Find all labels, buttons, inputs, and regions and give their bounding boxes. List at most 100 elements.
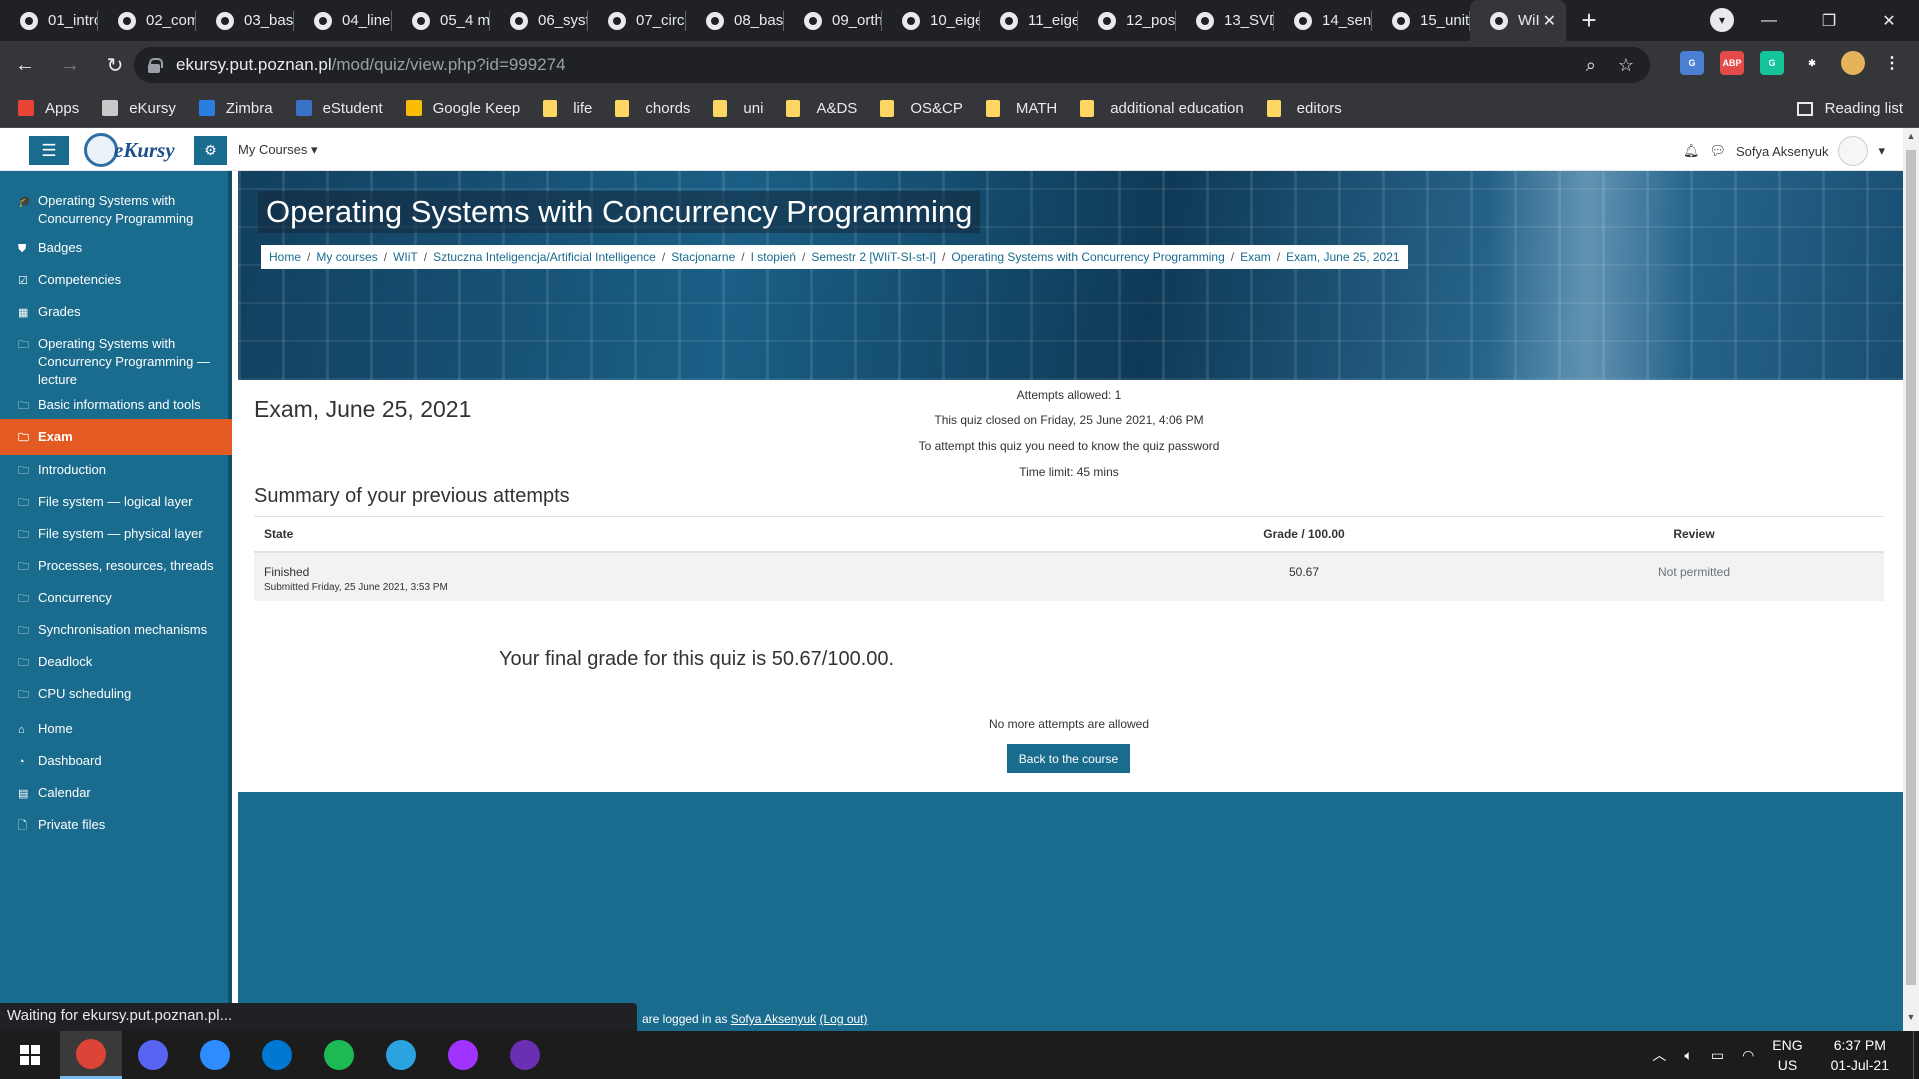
mail-taskbar-icon[interactable] — [246, 1031, 308, 1079]
bookmark-item[interactable]: chords — [615, 99, 690, 117]
sidebar-item[interactable]: ☑ Competencies — [0, 271, 232, 289]
messenger-taskbar-icon[interactable] — [432, 1031, 494, 1079]
breadcrumb-item[interactable]: WIiT — [393, 250, 418, 264]
sidebar-item[interactable]: ▤ Calendar — [0, 784, 232, 802]
browser-tab[interactable]: 10_eige — [882, 0, 980, 41]
puzzle-icon[interactable]: ✱ — [1800, 51, 1824, 75]
sidebar-item[interactable]: ⛊ Badges — [0, 239, 232, 257]
volume-icon[interactable]: 🔈︎ — [1684, 1047, 1692, 1064]
browser-tab[interactable]: 02_com — [98, 0, 196, 41]
messages-icon[interactable]: 💬︎ — [1709, 143, 1726, 159]
logout-link[interactable]: (Log out) — [819, 1012, 867, 1026]
breadcrumb-item[interactable]: Semestr 2 [WIiT-SI-st-I] — [811, 250, 936, 264]
browser-tab[interactable]: 07_circ — [588, 0, 686, 41]
site-logo[interactable]: eKursy — [84, 133, 175, 167]
telegram-taskbar-icon[interactable] — [370, 1031, 432, 1079]
scroll-up-icon[interactable]: ▲ — [1903, 131, 1919, 147]
browser-tab[interactable]: 08_basi — [686, 0, 784, 41]
bookmark-item[interactable]: life — [543, 99, 592, 117]
scrollbar-thumb[interactable] — [1906, 150, 1916, 985]
sidebar-item[interactable]: 🗀 Synchronisation mechanisms — [0, 621, 232, 639]
breadcrumb-item[interactable]: Exam, June 25, 2021 — [1286, 250, 1399, 264]
bookmark-item[interactable]: eKursy — [102, 100, 176, 117]
browser-tab[interactable]: 04_linea — [294, 0, 392, 41]
sidebar-item[interactable]: 🗀 Introduction — [0, 461, 232, 479]
navbar-settings-icon[interactable]: ⚙ — [194, 136, 227, 165]
battery-icon[interactable]: ▭ — [1711, 1047, 1724, 1064]
browser-tab[interactable]: 01_intro — [0, 0, 98, 41]
sidebar-item[interactable]: 🗀 File system — physical layer — [0, 525, 232, 543]
show-desktop-button[interactable] — [1913, 1031, 1919, 1079]
page-scrollbar[interactable]: ▲ ▼ — [1903, 128, 1919, 1031]
tab-search-button[interactable]: ▾ — [1710, 8, 1734, 32]
spotify-taskbar-icon[interactable] — [308, 1031, 370, 1079]
sidebar-item[interactable]: 🗀 File system — logical layer — [0, 493, 232, 511]
minimize-icon[interactable]: — — [1739, 0, 1799, 41]
bookmark-item[interactable]: MATH — [985, 99, 1057, 117]
clock[interactable]: 6:37 PM 01-Jul-21 — [1831, 1035, 1889, 1075]
breadcrumb-item[interactable]: I stopień — [751, 250, 796, 264]
browser-tab[interactable]: 05_4 m — [392, 0, 490, 41]
browser-tab[interactable]: 13_SVD — [1176, 0, 1274, 41]
profile-avatar-icon[interactable] — [1841, 51, 1865, 75]
chevron-down-icon[interactable]: ▾ — [1878, 143, 1885, 159]
avatar[interactable] — [1838, 136, 1869, 166]
bookmark-item[interactable]: Apps — [18, 100, 79, 117]
footer-user-link[interactable]: Sofya Aksenyuk — [731, 1012, 816, 1026]
sidebar-item[interactable]: 🎓 Operating Systems with Concurrency Prog… — [0, 192, 232, 228]
browser-tab[interactable]: 09_orth — [784, 0, 882, 41]
scroll-down-icon[interactable]: ▼ — [1903, 1012, 1919, 1028]
breadcrumb-item[interactable]: Sztuczna Inteligencja/Artificial Intelli… — [433, 250, 656, 264]
discord-taskbar-icon[interactable] — [122, 1031, 184, 1079]
adblock-icon[interactable]: ABP — [1720, 51, 1744, 75]
sidebar-item[interactable]: ◔ Dashboard — [0, 752, 232, 770]
sidebar-item[interactable]: 🗀 Processes, resources, threads — [0, 557, 232, 575]
sidebar-item[interactable]: 🗀 Operating Systems with Concurrency Prog… — [0, 335, 232, 389]
browser-tab[interactable]: 14_sen — [1274, 0, 1372, 41]
sidebar-item[interactable]: 🗀 Concurrency — [0, 589, 232, 607]
bookmark-item[interactable]: A&DS — [786, 99, 857, 117]
reload-icon[interactable]: ↻ — [95, 45, 135, 85]
bookmark-item[interactable]: eStudent — [295, 100, 383, 117]
hamburger-menu-icon[interactable]: ☰ — [29, 136, 69, 165]
breadcrumb-item[interactable]: Exam — [1240, 250, 1271, 264]
browser-tab[interactable]: WiI ✕ — [1470, 0, 1566, 41]
bookmark-item[interactable]: uni — [713, 99, 763, 117]
bookmark-item[interactable]: Zimbra — [198, 100, 273, 117]
breadcrumb-item[interactable]: Operating Systems with Concurrency Progr… — [951, 250, 1224, 264]
zoom-icon[interactable]: ⌕ — [1586, 55, 1596, 76]
breadcrumb-item[interactable]: Home — [269, 250, 301, 264]
forward-arrow-icon[interactable]: → — [50, 45, 90, 85]
sidebar-item[interactable]: 🗀 Basic informations and tools — [0, 396, 232, 414]
tray-chevron-icon[interactable]: ︿ — [1652, 1045, 1666, 1065]
sidebar-item[interactable]: ▦ Grades — [0, 303, 232, 321]
browser-tab[interactable]: 06_syst — [490, 0, 588, 41]
user-menu[interactable]: 🔔︎ 💬︎ Sofya Aksenyuk ▾ — [1683, 136, 1885, 166]
back-to-course-button[interactable]: Back to the course — [1007, 744, 1130, 773]
browser-menu-icon[interactable]: ⋮ — [1880, 51, 1904, 75]
breadcrumb-item[interactable]: My courses — [316, 250, 377, 264]
my-courses-menu[interactable]: My Courses ▾ — [238, 142, 318, 158]
sidebar-item[interactable]: 🗋 Private files — [0, 816, 232, 834]
close-window-icon[interactable]: ✕ — [1859, 0, 1919, 41]
restore-icon[interactable]: ❐ — [1799, 0, 1859, 41]
new-tab-button[interactable]: + — [1566, 0, 1612, 41]
media-player-taskbar-icon[interactable] — [494, 1031, 556, 1079]
language-indicator[interactable]: ENG US — [1772, 1035, 1802, 1075]
address-bar[interactable]: ekursy.put.poznan.pl/mod/quiz/view.php?i… — [134, 47, 1650, 83]
reading-list-button[interactable]: Reading list — [1796, 89, 1903, 128]
browser-tab[interactable]: 03_basi — [196, 0, 294, 41]
sidebar-item[interactable]: 🗀 CPU scheduling — [0, 685, 232, 703]
bookmark-item[interactable]: additional education — [1080, 99, 1244, 117]
tab-close-icon[interactable]: ✕ — [1543, 11, 1556, 31]
back-arrow-icon[interactable]: ← — [5, 45, 45, 85]
translate-icon[interactable]: G — [1680, 51, 1704, 75]
bookmark-item[interactable]: Google Keep — [405, 100, 520, 117]
wifi-icon[interactable]: ◠ — [1742, 1047, 1754, 1064]
breadcrumb-item[interactable]: Stacjonarne — [671, 250, 735, 264]
browser-tab[interactable]: 11_eige — [980, 0, 1078, 41]
sidebar-item[interactable]: 🗀 Exam — [0, 419, 232, 455]
bookmark-item[interactable]: editors — [1266, 99, 1342, 117]
zoom-taskbar-icon[interactable] — [184, 1031, 246, 1079]
bookmark-star-icon[interactable]: ☆ — [1618, 55, 1634, 76]
